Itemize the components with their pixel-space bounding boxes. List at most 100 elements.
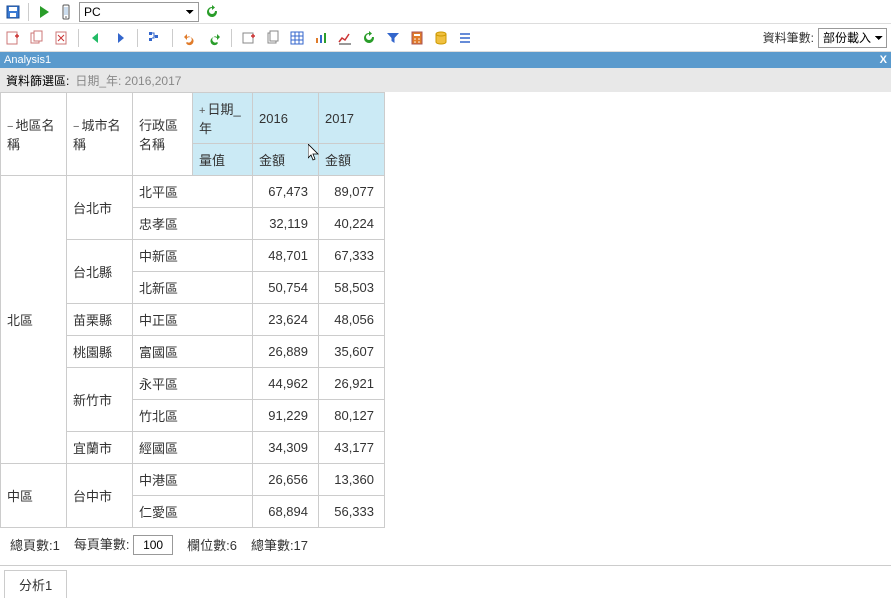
mobile-icon[interactable]: [57, 3, 75, 21]
undo-icon[interactable]: [181, 29, 199, 47]
add-row-icon[interactable]: [240, 29, 258, 47]
pager: 總頁數:1 每頁筆數: 欄位數:6 總筆數:17: [0, 528, 891, 561]
year-2017-header[interactable]: 2017: [319, 93, 385, 144]
amount-2016-header[interactable]: 金額: [253, 144, 319, 176]
list-icon[interactable]: [456, 29, 474, 47]
filter-label: 資料篩選區:: [6, 72, 69, 89]
col-region-header[interactable]: −地區名稱: [1, 93, 67, 176]
analysis-titlebar: Analysis1 X: [0, 52, 891, 68]
year-2016-header[interactable]: 2016: [253, 93, 319, 144]
date-year-header[interactable]: +日期_年: [193, 93, 253, 144]
district-cell: 經國區: [133, 432, 253, 464]
separator: [172, 29, 173, 47]
district-cell: 忠孝區: [133, 208, 253, 240]
district-cell: 中新區: [133, 240, 253, 272]
copy-data-icon[interactable]: [264, 29, 282, 47]
city-cell: 台北市: [67, 176, 133, 240]
device-select[interactable]: PC: [79, 2, 199, 22]
separator: [78, 29, 79, 47]
expand-icon[interactable]: +: [199, 105, 205, 117]
refresh-icon[interactable]: [203, 3, 221, 21]
new-sheet-icon[interactable]: [4, 29, 22, 47]
grid-icon[interactable]: [288, 29, 306, 47]
separator: [137, 29, 138, 47]
district-cell: 中港區: [133, 464, 253, 496]
close-icon[interactable]: X: [880, 54, 887, 66]
value-2017: 43,177: [319, 432, 385, 464]
measure-header[interactable]: 量值: [193, 144, 253, 176]
toolbar-second: 資料筆數: 部份載入: [0, 24, 891, 52]
region-cell: 中區: [1, 464, 67, 528]
district-cell: 富國區: [133, 336, 253, 368]
city-cell: 苗栗縣: [67, 304, 133, 336]
col-district-header[interactable]: 行政區名稱: [133, 93, 193, 176]
pivot-table: −地區名稱 −城市名稱 行政區名稱 +日期_年 2016 2017 量值 金額 …: [0, 92, 385, 528]
save-icon[interactable]: [4, 3, 22, 21]
table-row: 北區台北市北平區67,47389,077: [1, 176, 385, 208]
row-count-label: 資料筆數:: [763, 29, 814, 46]
total-pages-label: 總頁數:1: [10, 535, 60, 554]
value-2017: 56,333: [319, 496, 385, 528]
col-city-header[interactable]: −城市名稱: [67, 93, 133, 176]
value-2016: 44,962: [253, 368, 319, 400]
value-2017: 67,333: [319, 240, 385, 272]
city-cell: 宜蘭市: [67, 432, 133, 464]
tab-bar: 分析1: [0, 565, 891, 598]
district-cell: 北新區: [133, 272, 253, 304]
toolbar-top: PC: [0, 0, 891, 24]
per-page-group: 每頁筆數:: [74, 534, 173, 555]
value-2016: 34,309: [253, 432, 319, 464]
nav-next-icon[interactable]: [111, 29, 129, 47]
line-chart-icon[interactable]: [336, 29, 354, 47]
city-cell: 新竹市: [67, 368, 133, 432]
district-cell: 永平區: [133, 368, 253, 400]
value-2016: 26,656: [253, 464, 319, 496]
collapse-icon[interactable]: −: [73, 121, 79, 133]
value-2016: 23,624: [253, 304, 319, 336]
city-cell: 台北縣: [67, 240, 133, 304]
tab-analysis1[interactable]: 分析1: [4, 570, 67, 598]
col-count-label: 欄位數:6: [187, 535, 237, 554]
play-icon[interactable]: [35, 3, 53, 21]
value-2016: 26,889: [253, 336, 319, 368]
bar-chart-icon[interactable]: [312, 29, 330, 47]
value-2017: 40,224: [319, 208, 385, 240]
city-cell: 台中市: [67, 464, 133, 528]
separator: [231, 29, 232, 47]
district-cell: 中正區: [133, 304, 253, 336]
region-cell: 北區: [1, 176, 67, 464]
redo-icon[interactable]: [205, 29, 223, 47]
delete-sheet-icon[interactable]: [52, 29, 70, 47]
table-row: 中區台中市中港區26,65613,360: [1, 464, 385, 496]
separator: [28, 3, 29, 21]
tree-icon[interactable]: [146, 29, 164, 47]
city-cell: 桃園縣: [67, 336, 133, 368]
district-cell: 竹北區: [133, 400, 253, 432]
filter-icon[interactable]: [384, 29, 402, 47]
value-2016: 32,119: [253, 208, 319, 240]
reload-icon[interactable]: [360, 29, 378, 47]
value-2016: 48,701: [253, 240, 319, 272]
per-page-input[interactable]: [133, 535, 173, 555]
district-cell: 北平區: [133, 176, 253, 208]
copy-sheet-icon[interactable]: [28, 29, 46, 47]
row-count-label: 總筆數:17: [251, 535, 308, 554]
value-2017: 58,503: [319, 272, 385, 304]
value-2017: 26,921: [319, 368, 385, 400]
database-icon[interactable]: [432, 29, 450, 47]
value-2017: 48,056: [319, 304, 385, 336]
calc-icon[interactable]: [408, 29, 426, 47]
filter-row: 資料篩選區: 日期_年: 2016,2017: [0, 68, 891, 92]
value-2017: 35,607: [319, 336, 385, 368]
filter-value: 日期_年: 2016,2017: [75, 72, 181, 89]
value-2016: 68,894: [253, 496, 319, 528]
value-2016: 91,229: [253, 400, 319, 432]
value-2017: 89,077: [319, 176, 385, 208]
value-2016: 50,754: [253, 272, 319, 304]
collapse-icon[interactable]: −: [7, 121, 13, 133]
nav-prev-icon[interactable]: [87, 29, 105, 47]
analysis-title: Analysis1: [4, 54, 51, 66]
district-cell: 仁愛區: [133, 496, 253, 528]
amount-2017-header[interactable]: 金額: [319, 144, 385, 176]
load-mode-select[interactable]: 部份載入: [818, 28, 887, 48]
